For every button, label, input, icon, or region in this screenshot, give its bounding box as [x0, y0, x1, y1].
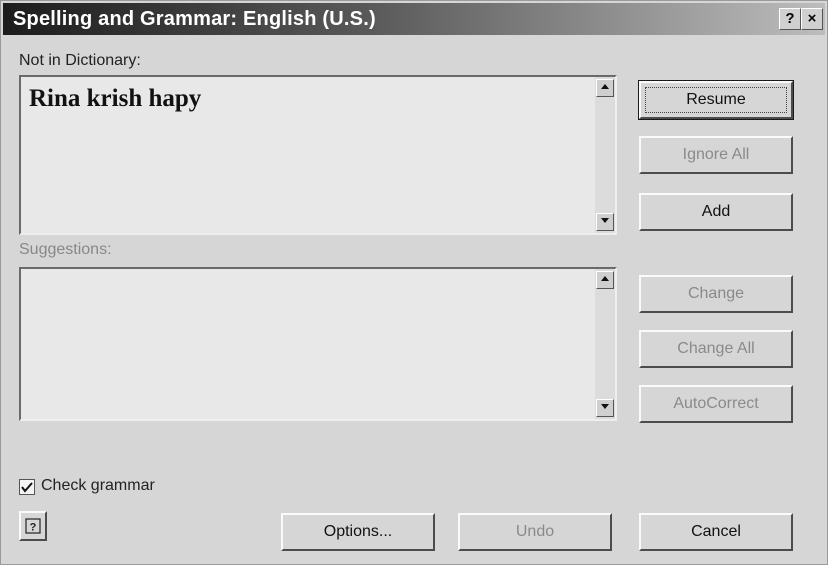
- help-title-button[interactable]: ?: [779, 8, 801, 30]
- autocorrect-button[interactable]: AutoCorrect: [639, 385, 793, 423]
- scroll-up-button[interactable]: [596, 271, 614, 289]
- not-in-dictionary-scrollbar[interactable]: [595, 77, 615, 233]
- not-in-dictionary-label: Not in Dictionary:: [19, 52, 141, 69]
- window-title: Spelling and Grammar: English (U.S.): [13, 8, 376, 30]
- ignore-all-button[interactable]: Ignore All: [639, 136, 793, 174]
- options-button[interactable]: Options...: [281, 513, 435, 551]
- add-button-label: Add: [701, 203, 731, 220]
- focus-rectangle: [645, 87, 787, 113]
- close-button[interactable]: ×: [801, 8, 823, 30]
- help-button[interactable]: ?: [19, 511, 47, 541]
- scroll-up-button[interactable]: [596, 79, 614, 97]
- spelling-grammar-dialog: Spelling and Grammar: English (U.S.) ? ×…: [0, 0, 828, 565]
- change-all-button[interactable]: Change All: [639, 330, 793, 368]
- resume-button[interactable]: Resume: [638, 80, 794, 120]
- change-all-button-label: Change All: [677, 340, 755, 357]
- not-in-dictionary-textbox[interactable]: Rina krish hapy: [19, 75, 617, 235]
- undo-button-label: Undo: [515, 523, 555, 540]
- options-button-label: Options...: [323, 523, 393, 540]
- ignore-all-button-label: Ignore All: [682, 146, 750, 163]
- help-icon: ?: [25, 518, 41, 534]
- cancel-button[interactable]: Cancel: [639, 513, 793, 551]
- misspelled-text[interactable]: Rina krish hapy: [29, 85, 201, 113]
- suggestions-list[interactable]: [19, 267, 617, 421]
- arrow-down-icon: [601, 218, 609, 223]
- arrow-up-icon: [601, 84, 609, 89]
- check-grammar-label[interactable]: Check grammar: [41, 477, 155, 495]
- suggestions-label: Suggestions:: [19, 241, 112, 258]
- cancel-button-label: Cancel: [691, 523, 741, 540]
- arrow-up-icon: [601, 276, 609, 281]
- scroll-down-button[interactable]: [596, 213, 614, 231]
- add-button[interactable]: Add: [639, 193, 793, 231]
- title-bar[interactable]: Spelling and Grammar: English (U.S.) ? ×: [3, 3, 825, 35]
- change-button[interactable]: Change: [639, 275, 793, 313]
- scroll-down-button[interactable]: [596, 399, 614, 417]
- checkmark-icon: [21, 482, 33, 493]
- check-grammar-checkbox[interactable]: [19, 479, 35, 495]
- suggestions-scrollbar[interactable]: [595, 269, 615, 419]
- change-button-label: Change: [687, 285, 745, 302]
- arrow-down-icon: [601, 404, 609, 409]
- undo-button[interactable]: Undo: [458, 513, 612, 551]
- svg-text:?: ?: [30, 522, 37, 534]
- autocorrect-button-label: AutoCorrect: [673, 395, 759, 412]
